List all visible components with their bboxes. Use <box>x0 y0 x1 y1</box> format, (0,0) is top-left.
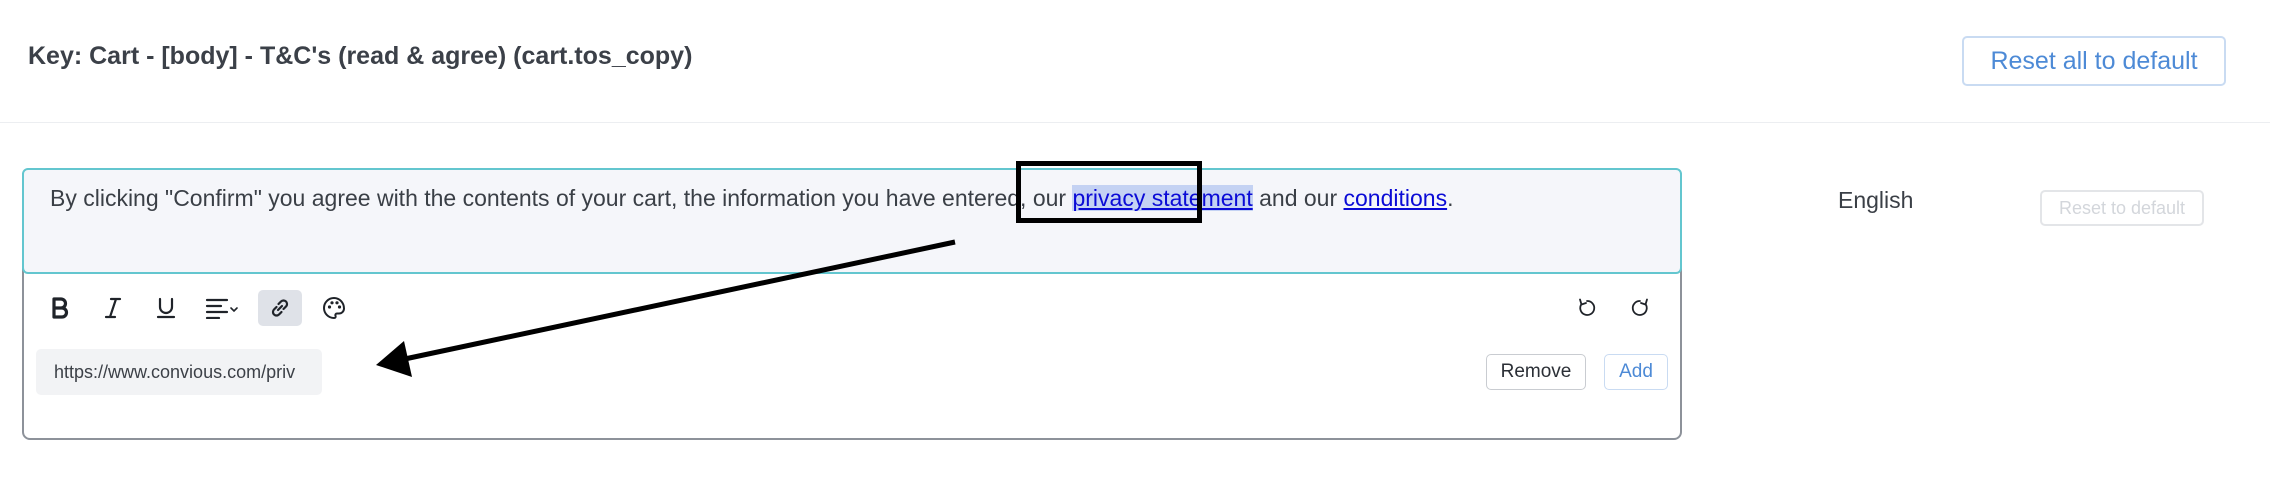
add-link-button[interactable]: Add <box>1604 354 1668 390</box>
link-icon <box>271 299 289 317</box>
undo-icon <box>1579 298 1596 316</box>
conditions-link[interactable]: conditions <box>1344 185 1448 211</box>
key-title: Key: Cart - [body] - T&C's (read & agree… <box>28 42 693 70</box>
palette-icon <box>323 296 346 320</box>
editor-toolbar <box>22 284 1682 332</box>
annotation-highlight-box <box>1016 161 1202 223</box>
align-left-icon <box>205 298 238 319</box>
underline-icon <box>156 297 176 319</box>
italic-button[interactable] <box>93 290 133 326</box>
undo-button[interactable] <box>1567 290 1607 326</box>
italic-icon <box>104 297 122 319</box>
text-before: By clicking "Confirm" you agree with the… <box>50 185 1073 211</box>
bold-button[interactable] <box>40 290 80 326</box>
page-header: Key: Cart - [body] - T&C's (read & agree… <box>0 0 2270 123</box>
editor-text-area[interactable]: By clicking "Confirm" you agree with the… <box>22 168 1682 274</box>
reset-all-button[interactable]: Reset all to default <box>1962 36 2226 86</box>
text-color-button[interactable] <box>314 290 354 326</box>
language-label: English <box>1838 187 1914 213</box>
link-button[interactable] <box>258 290 302 326</box>
underline-button[interactable] <box>146 290 186 326</box>
text-middle: and our <box>1252 185 1344 211</box>
link-url-input[interactable] <box>36 349 322 395</box>
remove-link-button[interactable]: Remove <box>1486 354 1586 390</box>
align-dropdown[interactable] <box>198 290 246 326</box>
redo-icon <box>1631 298 1648 316</box>
bold-icon <box>52 297 69 319</box>
reset-to-default-button[interactable]: Reset to default <box>2040 190 2204 226</box>
text-after: . <box>1447 185 1454 211</box>
redo-button[interactable] <box>1620 290 1660 326</box>
